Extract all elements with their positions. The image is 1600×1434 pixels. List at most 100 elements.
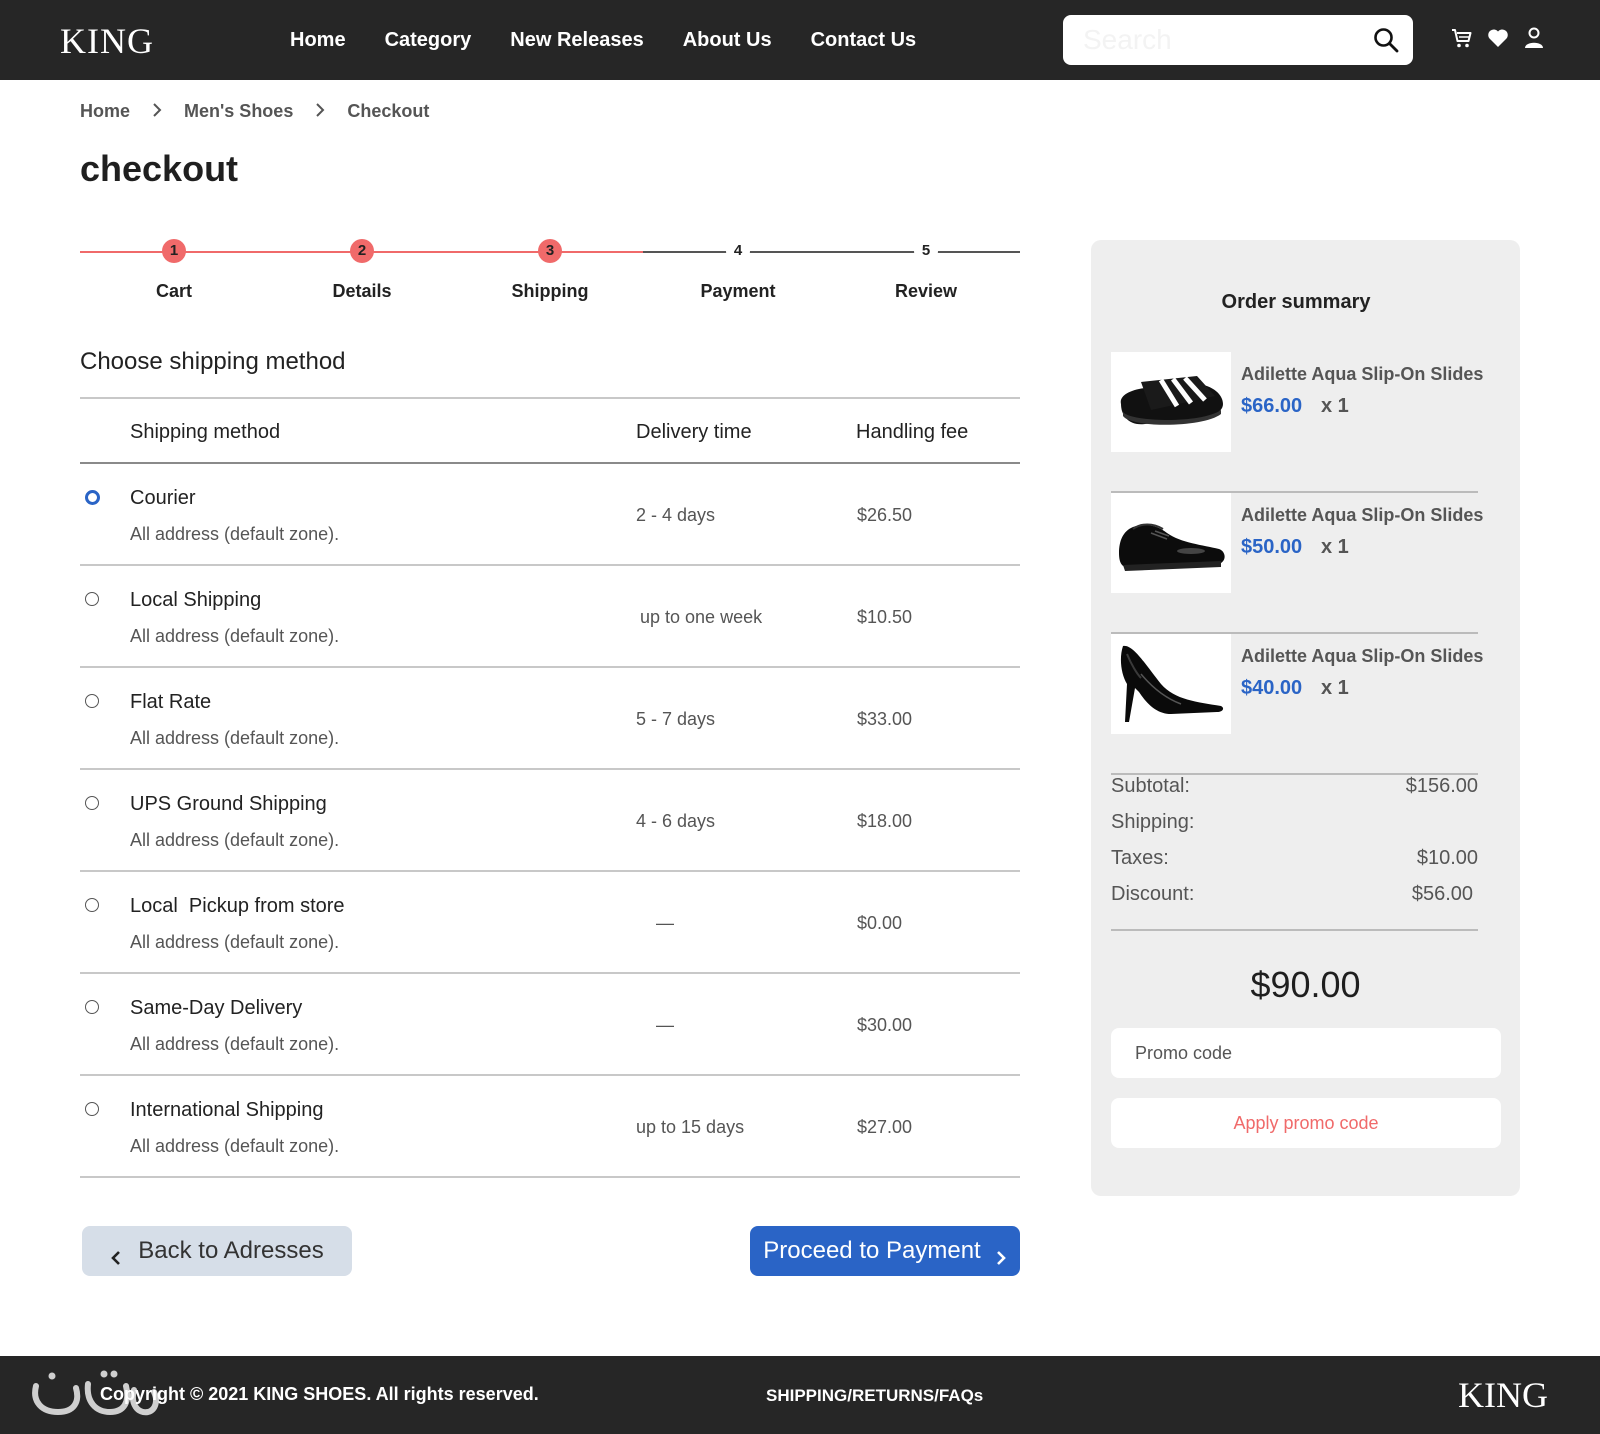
method-zone: All address (default zone). (130, 1136, 340, 1156)
chevron-right-icon (152, 101, 162, 122)
taxes-value: $10.00 (1416, 847, 1478, 869)
item-quantity: x 1 (1321, 677, 1349, 699)
method-name: International Shipping (130, 1099, 324, 1121)
step-label: Cart (155, 281, 192, 301)
step-label: Payment (700, 281, 776, 301)
search-icon[interactable] (1373, 27, 1399, 53)
method-name: Same-Day Delivery (130, 997, 303, 1019)
step-details[interactable]: 2 Details (302, 232, 422, 302)
table-header: Shipping method Delivery time Handling f… (80, 397, 1020, 464)
step-label: Review (894, 281, 958, 301)
nav-home[interactable]: Home (290, 29, 346, 52)
subtotal-label: Subtotal: (1111, 775, 1190, 797)
site-header: KING Home Category New Releases About Us… (0, 0, 1600, 80)
taxes-label: Taxes: (1111, 847, 1169, 869)
handling-fee: $18.00 (857, 811, 913, 831)
item-price: $66.00 (1241, 395, 1303, 417)
site-logo[interactable]: KING (60, 20, 154, 62)
order-summary-title: Order summary (1221, 291, 1371, 313)
oxford-shoe-image[interactable] (1111, 493, 1231, 593)
footer-links[interactable]: SHIPPING/RETURNS/FAQs (766, 1386, 983, 1406)
breadcrumb-mens-shoes[interactable]: Men's Shoes (184, 101, 293, 122)
table-row[interactable]: Local Shipping All address (default zone… (80, 566, 1020, 668)
shipping-label: Shipping: (1111, 811, 1195, 833)
handling-fee: $26.50 (857, 505, 913, 525)
item-name: Adilette Aqua Slip-On Slides (1241, 364, 1484, 384)
chevron-left-icon (110, 1245, 122, 1265)
step-number: 3 (538, 239, 562, 263)
item-quantity: x 1 (1321, 536, 1349, 558)
table-row[interactable]: Courier All address (default zone). 2 - … (80, 464, 1020, 566)
handling-fee: $27.00 (857, 1117, 913, 1137)
site-footer: Copyright © 2021 KING SHOES. All rights … (0, 1356, 1600, 1434)
radio-courier[interactable] (85, 490, 100, 505)
high-heel-image[interactable] (1111, 634, 1231, 734)
header-delivery-time: Delivery time (636, 421, 752, 443)
item-price: $50.00 (1241, 536, 1303, 558)
shipping-row: Shipping: (1111, 811, 1478, 834)
radio-flat-rate[interactable] (85, 694, 99, 708)
cart-icon[interactable] (1450, 26, 1474, 50)
back-to-addresses-button[interactable]: Back to Adresses (82, 1226, 352, 1276)
table-row[interactable]: Same-Day Delivery All address (default z… (80, 974, 1020, 1076)
discount-label: Discount: (1111, 883, 1195, 905)
method-zone: All address (default zone). (130, 524, 340, 544)
back-button-label: Back to Adresses (138, 1237, 324, 1264)
delivery-time: 5 - 7 days (636, 709, 716, 729)
user-icon[interactable] (1522, 26, 1546, 50)
summary-item: Adilette Aqua Slip-On Slides $66.00 x 1 (1111, 352, 1483, 493)
breadcrumb: Home Men's Shoes Checkout (80, 101, 429, 122)
handling-fee: $33.00 (857, 709, 913, 729)
method-zone: All address (default zone). (130, 728, 340, 748)
nav-category[interactable]: Category (385, 29, 472, 52)
summary-item: Adilette Aqua Slip-On Slides $40.00 x 1 (1111, 634, 1483, 775)
footer-logo[interactable]: KING (1458, 1374, 1548, 1416)
radio-local-shipping[interactable] (85, 592, 99, 606)
radio-local-pickup[interactable] (85, 898, 99, 912)
search-input[interactable] (1083, 15, 1363, 65)
delivery-time: 4 - 6 days (636, 811, 716, 831)
step-cart[interactable]: 1 Cart (114, 232, 234, 302)
nav-contact-us[interactable]: Contact Us (811, 29, 917, 52)
table-row[interactable]: UPS Ground Shipping All address (default… (80, 770, 1020, 872)
delivery-time: up to one week (640, 607, 763, 627)
discount-row: Discount: $56.00 (1111, 883, 1478, 906)
breadcrumb-home[interactable]: Home (80, 101, 130, 122)
step-label: Shipping (511, 281, 589, 301)
header-icons (1450, 26, 1546, 50)
order-summary: Order summary Adilette Aqua Slip-On Slid… (1091, 240, 1520, 1196)
handling-fee: $10.50 (857, 607, 913, 627)
step-payment[interactable]: 4 Payment (678, 232, 798, 302)
handling-fee: $30.00 (857, 1015, 913, 1035)
step-label: Details (332, 281, 392, 301)
heart-icon[interactable] (1486, 26, 1510, 50)
table-row[interactable]: International Shipping All address (defa… (80, 1076, 1020, 1178)
nav-about-us[interactable]: About Us (683, 29, 772, 52)
section-title: Choose shipping method (80, 348, 346, 375)
subtotal-row: Subtotal: $156.00 (1111, 775, 1478, 798)
delivery-time: — (656, 1015, 674, 1035)
discount-value: $56.00 (1411, 883, 1473, 905)
chevron-right-icon (315, 101, 325, 122)
shipping-methods-table: Shipping method Delivery time Handling f… (80, 397, 1020, 1178)
step-shipping[interactable]: 3 Shipping (490, 232, 610, 302)
promo-code-input[interactable] (1111, 1028, 1501, 1078)
table-row[interactable]: Flat Rate All address (default zone). 5 … (80, 668, 1020, 770)
nav-new-releases[interactable]: New Releases (510, 29, 643, 52)
step-review[interactable]: 5 Review (866, 232, 986, 302)
step-number: 1 (162, 239, 186, 263)
radio-ups-ground[interactable] (85, 796, 99, 810)
search-box (1063, 15, 1413, 65)
slide-sandal-image[interactable] (1111, 352, 1231, 452)
radio-international[interactable] (85, 1102, 99, 1116)
summary-totals: Subtotal: $156.00 Shipping: Taxes: $10.0… (1111, 775, 1478, 931)
header-shipping-method: Shipping method (130, 421, 281, 443)
radio-same-day[interactable] (85, 1000, 99, 1014)
method-name: Local Shipping (130, 589, 262, 611)
proceed-to-payment-button[interactable]: Proceed to Payment (750, 1226, 1020, 1276)
table-row[interactable]: Local Pickup from store All address (def… (80, 872, 1020, 974)
apply-promo-code-button[interactable]: Apply promo code (1111, 1098, 1501, 1148)
item-price: $40.00 (1241, 677, 1303, 699)
step-number: 4 (726, 239, 750, 263)
header-handling-fee: Handling fee (856, 421, 969, 443)
